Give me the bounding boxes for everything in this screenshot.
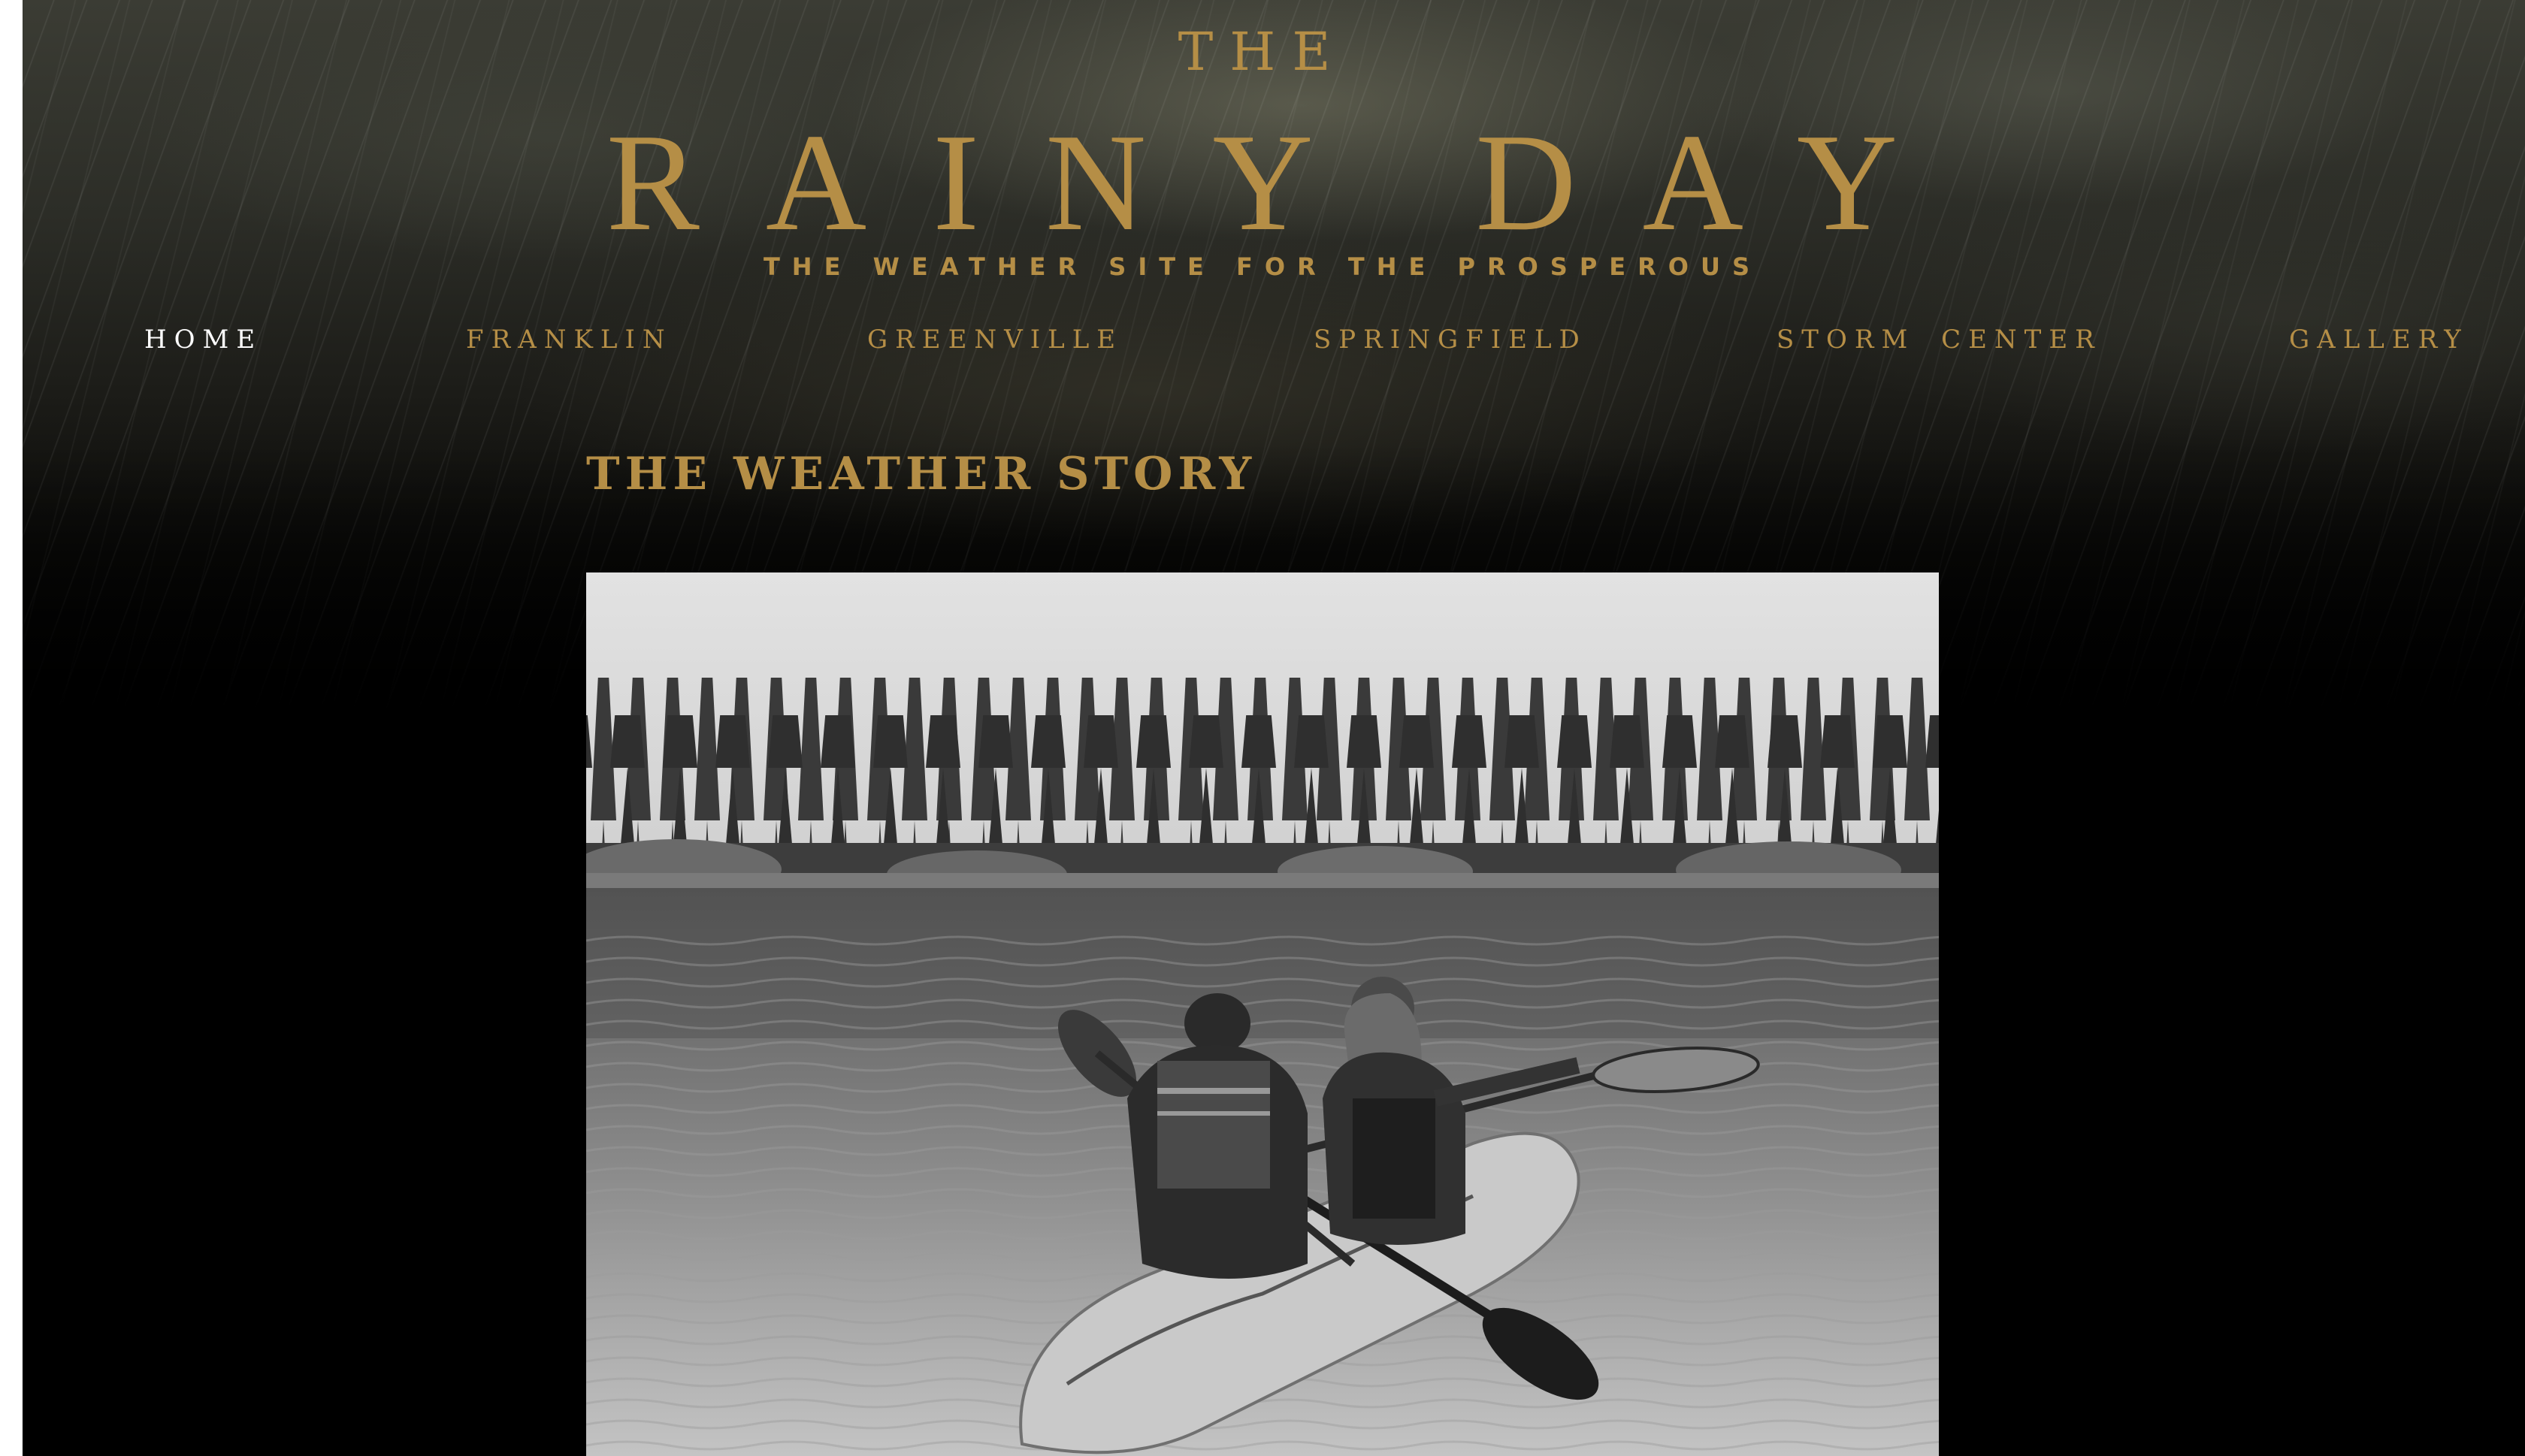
- nav-item-gallery[interactable]: GALLERY: [2289, 325, 2469, 355]
- nav-item-springfield[interactable]: SPRINGFIELD: [1314, 325, 1587, 355]
- brand-the: THE: [1178, 21, 1347, 83]
- section-title: THE WEATHER STORY: [586, 448, 1257, 500]
- site-logo-title[interactable]: RAINY DAY: [0, 113, 2525, 252]
- site-tagline: THE WEATHER SITE FOR THE PROSPEROUS: [763, 252, 1762, 281]
- kayak-photo-image: [586, 572, 1939, 1456]
- kayak-photo[interactable]: [586, 572, 1939, 1456]
- nav-item-storm-center[interactable]: STORM CENTER: [1777, 325, 2102, 355]
- nav-item-franklin[interactable]: FRANKLIN: [466, 325, 673, 355]
- page: THE RAINY DAY THE WEATHER SITE FOR THE P…: [0, 0, 2525, 1456]
- main-nav: HOME FRANKLIN GREENVILLE SPRINGFIELD STO…: [0, 325, 2525, 362]
- nav-item-greenville[interactable]: GREENVILLE: [867, 325, 1123, 355]
- nav-item-home[interactable]: HOME: [144, 325, 262, 355]
